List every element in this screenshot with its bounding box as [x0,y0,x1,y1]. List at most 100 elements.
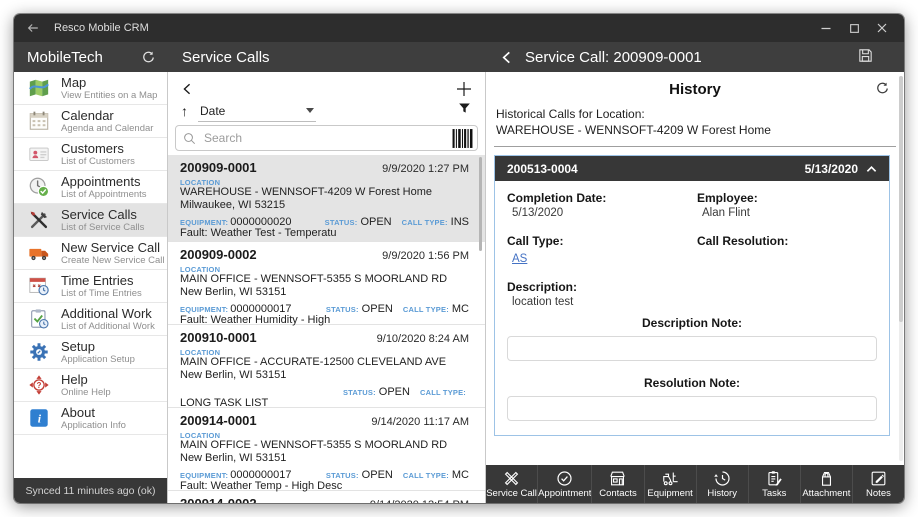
search-icon [183,132,196,145]
sidebar-item-setup[interactable]: SetupApplication Setup [14,336,167,369]
titlebar-back-icon[interactable] [26,21,40,35]
address-line2: New Berlin, WI 53151 [180,452,469,465]
save-icon[interactable] [857,47,874,68]
sidebar-item-sublabel: View Entities on a Map [61,90,157,101]
detail-scrollbar[interactable] [899,76,903,461]
status-value: OPEN [379,386,410,398]
chevron-down-icon [306,108,314,113]
sidebar-item-label: Customers [61,141,135,156]
toolbar-attachment[interactable]: Attachment [800,465,852,503]
sidebar-item-help[interactable]: ? HelpOnline Help [14,369,167,402]
sidebar-item-customers[interactable]: CustomersList of Customers [14,138,167,171]
resolution-note-label: Resolution Note: [507,376,877,390]
address-line2: New Berlin, WI 53151 [180,286,469,299]
service-call-row[interactable]: 200914-00019/14/2020 11:17 AM LOCATION M… [168,408,485,491]
toolbar-notes[interactable]: Notes [852,465,904,503]
notes-icon [869,469,888,488]
historical-call-id: 200513-0004 [507,162,578,176]
resolution-note-input[interactable] [507,396,877,421]
close-button[interactable] [868,17,896,39]
sidebar-item-new-service-call[interactable]: New Service CallCreate New Service Call [14,237,167,270]
app-name[interactable]: MobileTech [27,49,103,66]
address-line1: MAIN OFFICE - WENNSOFT-5355 S MOORLAND R… [180,273,469,286]
sidebar-item-appointments[interactable]: AppointmentsList of Appointments [14,171,167,204]
description-note-input[interactable] [507,336,877,361]
sidebar-item-label: About [61,405,126,420]
status-label: STATUS: [326,305,359,314]
location-caption: Historical Calls for Location: [486,106,904,122]
sync-refresh-icon[interactable] [141,50,156,65]
sidebar-item-label: Additional Work [61,306,155,321]
service-call-row[interactable]: 200909-00019/9/2020 1:27 PM LOCATION WAR… [168,155,485,242]
service-calls-list-panel: ↑ Date 200909-000 [168,72,486,503]
service-call-row[interactable]: 200910-00019/10/2020 8:24 AM LOCATION MA… [168,325,485,408]
sidebar-item-label: Appointments [61,174,147,189]
sort-ascending-icon[interactable]: ↑ [181,103,188,119]
historical-call-card-header[interactable]: 200513-0004 5/13/2020 [495,156,889,181]
toolbar-appointment[interactable]: Appointment [537,465,591,503]
filter-icon[interactable] [457,101,472,121]
refresh-icon[interactable] [875,81,890,101]
sidebar-item-label: Service Calls [61,207,144,222]
equipment-icon [661,469,680,488]
toolbar-contacts[interactable]: Contacts [591,465,643,503]
sidebar-item-time-entries[interactable]: Time EntriesList of Time Entries [14,270,167,303]
toolbar-service-call[interactable]: Service Call [486,465,537,503]
search-input[interactable] [202,130,446,146]
toolbar-equipment[interactable]: Equipment [644,465,696,503]
address-line1: MAIN OFFICE - WENNSOFT-5355 S MOORLAND R… [180,439,469,452]
toolbar-tasks[interactable]: Tasks [748,465,800,503]
add-service-call-button[interactable] [456,81,472,97]
sidebar-item-sublabel: Application Setup [61,354,135,365]
list-back-icon[interactable] [181,82,193,96]
call-type-value: INS [451,216,469,228]
sync-status-bar: Synced 11 minutes ago (ok) [14,478,167,503]
history-title: History [669,81,721,98]
sidebar-item-label: New Service Call [61,240,164,255]
call-type-link[interactable]: AS [507,252,527,267]
description-note-label: Description Note: [507,316,877,330]
sync-status-text: Synced 11 minutes ago (ok) [26,485,156,497]
titlebar: Resco Mobile CRM [14,14,904,42]
app-window: Resco Mobile CRM MobileTech Service Call… [14,14,904,503]
calendar-icon [27,110,50,133]
history-detail-panel: History Historical Calls for Location: W… [486,72,904,503]
sidebar-item-calendar[interactable]: CalendarAgenda and Calendar [14,105,167,138]
call-datetime: 9/9/2020 1:27 PM [382,163,469,175]
sidebar: MapView Entities on a Map CalendarAgenda… [14,72,168,503]
maximize-button[interactable] [840,17,868,39]
minimize-button[interactable] [812,17,840,39]
sidebar-item-label: Time Entries [61,273,142,288]
employee-value: Alan Flint [697,206,877,221]
status-value: OPEN [360,216,391,228]
description-label: Description: [507,280,687,295]
setup-gear-icon [27,341,50,364]
service-call-row[interactable]: 200909-00029/9/2020 1:56 PM LOCATION MAI… [168,242,485,325]
status-label: STATUS: [343,388,376,397]
help-icon: ? [27,374,50,397]
sidebar-item-service-calls[interactable]: Service CallsList of Service Calls [14,204,167,237]
detail-back-icon[interactable] [500,50,513,65]
barcode-scan-icon[interactable] [452,129,473,148]
sidebar-item-sublabel: Online Help [61,387,111,398]
location-value: WAREHOUSE - WENNSOFT-4209 W Forest Home [486,122,904,138]
service-calls-icon [27,209,50,232]
sort-field-select[interactable]: Date [198,100,316,122]
about-info-icon: i [27,407,50,430]
sidebar-item-sublabel: Application Info [61,420,126,431]
sidebar-item-label: Help [61,372,111,387]
toolbar-history[interactable]: History [696,465,748,503]
sidebar-item-map[interactable]: MapView Entities on a Map [14,72,167,105]
contacts-icon [608,469,627,488]
sidebar-item-label: Map [61,75,157,90]
search-box [175,125,478,151]
sidebar-item-about[interactable]: i AboutApplication Info [14,402,167,435]
address-line2: Milwaukee, WI 53215 [180,199,469,212]
completion-date-label: Completion Date: [507,191,687,206]
sidebar-item-additional-work[interactable]: Additional WorkList of Additional Work [14,303,167,336]
list-scrollbar[interactable] [479,157,482,251]
call-type-label: CALL TYPE: [403,471,449,480]
service-call-list: 200909-00019/9/2020 1:27 PM LOCATION WAR… [168,155,485,503]
call-type-label: CALL TYPE: [403,305,449,314]
sidebar-item-sublabel: Create New Service Call [61,255,164,266]
